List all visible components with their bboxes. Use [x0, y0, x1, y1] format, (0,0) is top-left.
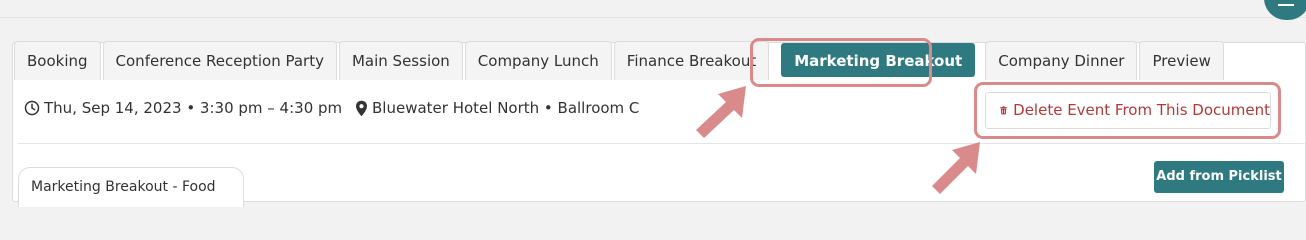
arrow-annotation-icon	[932, 142, 980, 194]
delete-event-button[interactable]: Delete Event From This Document	[985, 92, 1271, 129]
event-time: Thu, Sep 14, 2023 • 3:30 pm – 4:30 pm	[24, 97, 342, 119]
arrow-annotation-icon	[696, 86, 746, 138]
subtab-label: Marketing Breakout - Food	[31, 179, 216, 195]
tab-preview[interactable]: Preview	[1139, 41, 1224, 80]
tab-booking[interactable]: Booking	[14, 41, 101, 80]
event-location: Bluewater Hotel North • Ballroom C	[355, 97, 639, 119]
tab-conference-reception-party[interactable]: Conference Reception Party	[102, 41, 337, 80]
hamburger-icon	[1278, 4, 1294, 6]
section-divider	[18, 143, 1306, 144]
trash-icon	[1000, 106, 1007, 115]
app-page: Booking Conference Reception Party Main …	[0, 0, 1306, 207]
tab-main-session[interactable]: Main Session	[338, 41, 463, 80]
tab-finance-breakout[interactable]: Finance Breakout	[613, 41, 770, 80]
tab-company-lunch[interactable]: Company Lunch	[464, 41, 612, 80]
add-from-picklist-button[interactable]: Add from Picklist	[1154, 161, 1284, 193]
clock-icon	[24, 100, 40, 116]
delete-event-label: Delete Event From This Document	[1013, 101, 1270, 119]
event-time-text: Thu, Sep 14, 2023 • 3:30 pm – 4:30 pm	[44, 99, 343, 117]
top-bar	[0, 0, 1306, 18]
tab-marketing-breakout-food[interactable]: Marketing Breakout - Food	[18, 167, 244, 207]
event-location-text: Bluewater Hotel North • Ballroom C	[372, 99, 640, 117]
active-tab-annotation	[750, 38, 932, 87]
map-pin-icon	[356, 100, 367, 116]
tab-company-dinner[interactable]: Company Dinner	[985, 41, 1138, 80]
event-tabs: Booking Conference Reception Party Main …	[14, 41, 1226, 80]
